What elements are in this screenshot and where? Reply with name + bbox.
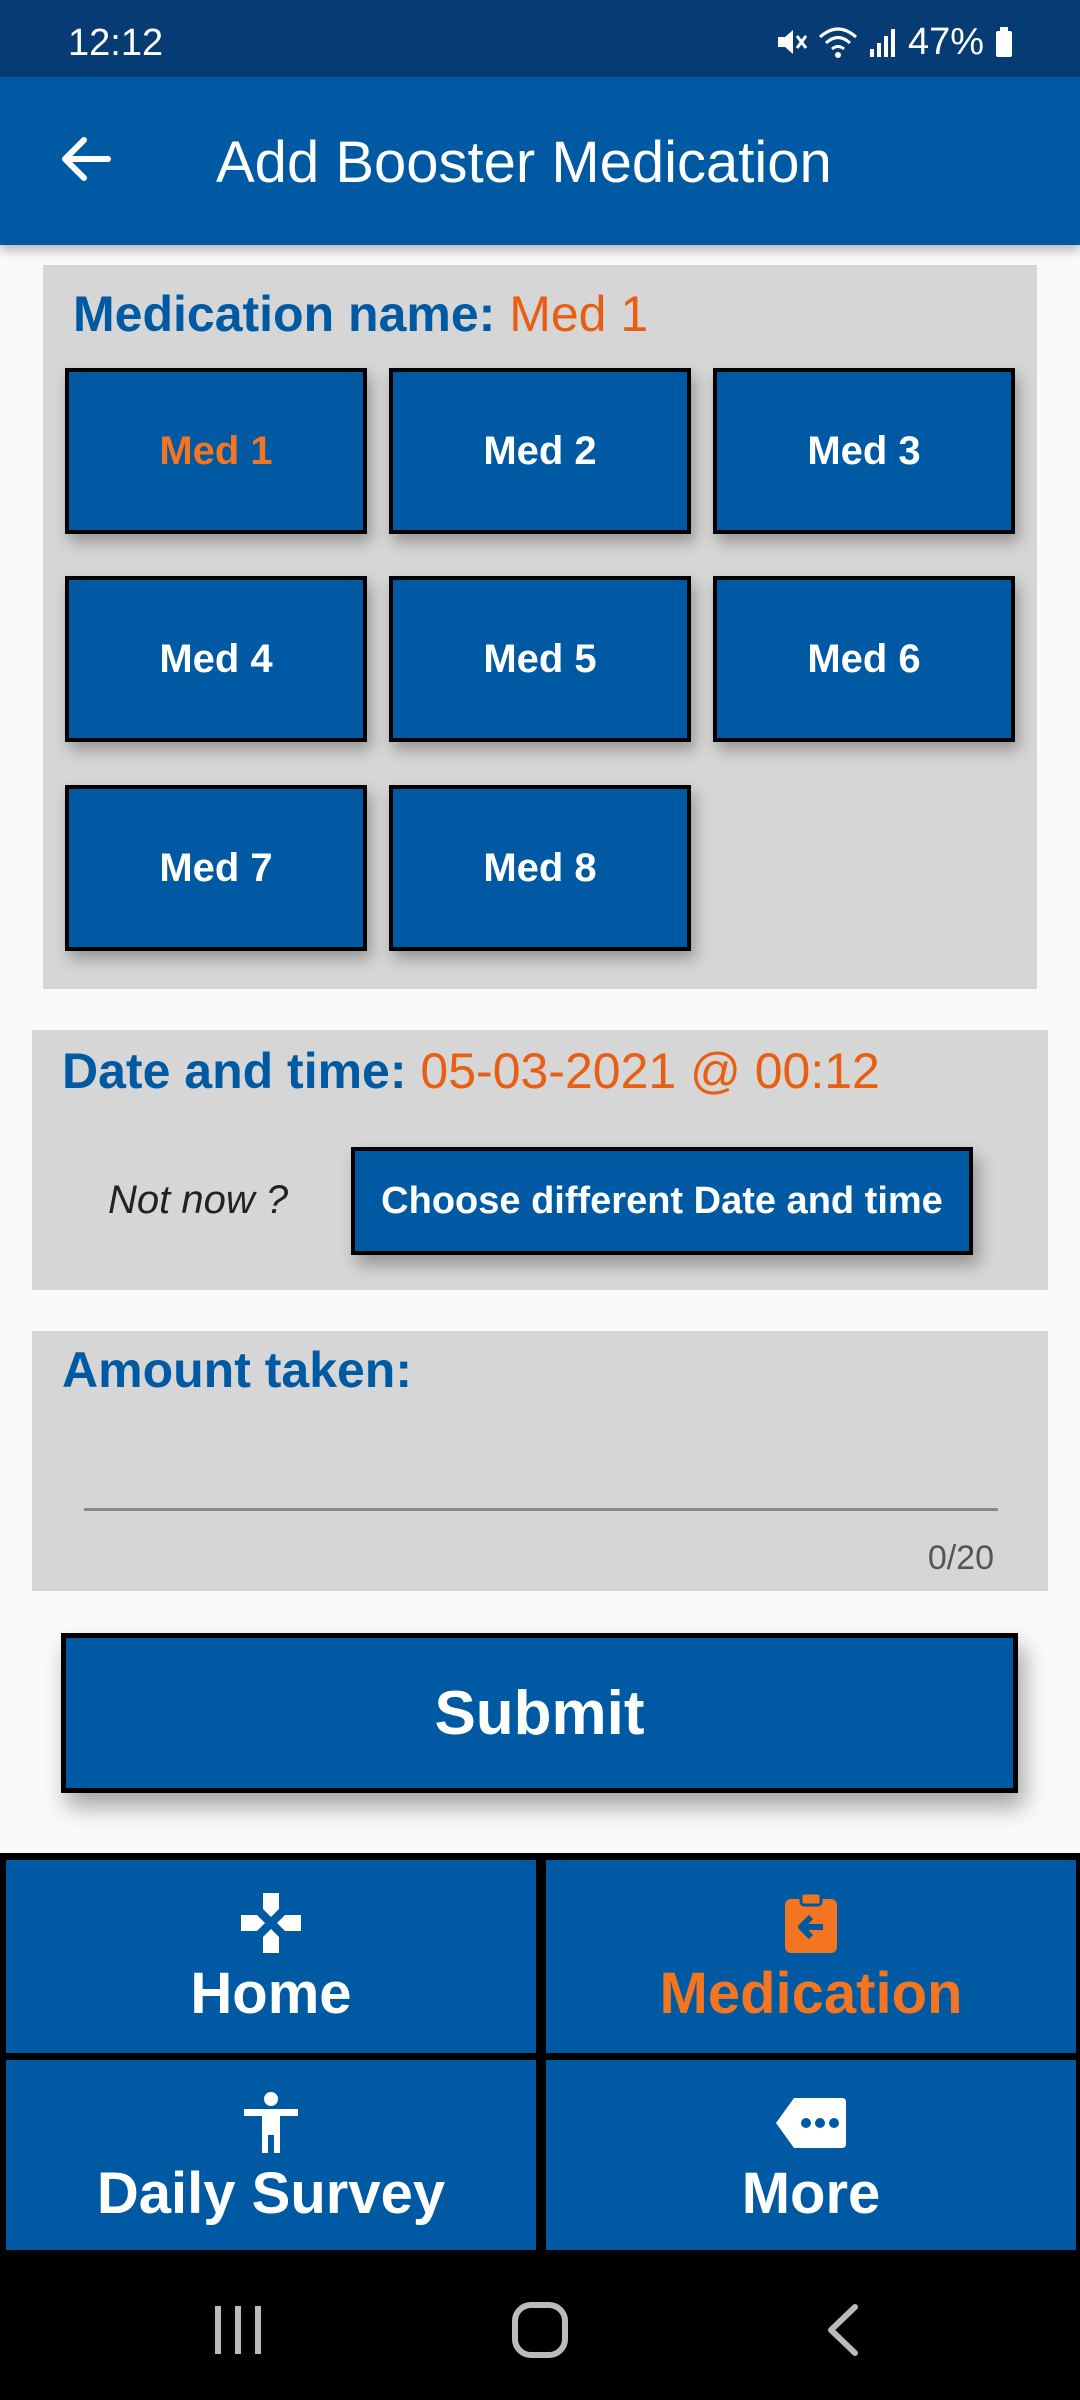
more-tag-icon <box>776 2097 846 2148</box>
med-option-2[interactable]: Med 2 <box>389 368 691 534</box>
bottom-nav: Home Medication Daily Survey More <box>0 1853 1080 2253</box>
battery-icon <box>996 27 1012 57</box>
nav-medication-label: Medication <box>659 1960 963 2026</box>
home-cross-icon <box>241 1892 301 1953</box>
char-counter: 0/20 <box>927 1539 994 1577</box>
datetime-card: Date and time: 05-03-2021 @ 00:12 Not no… <box>32 1030 1048 1290</box>
nav-daily-survey-label: Daily Survey <box>96 2160 446 2226</box>
submit-button[interactable]: Submit <box>61 1633 1018 1793</box>
clipboard-arrow-icon <box>785 1891 837 1953</box>
nav-medication[interactable]: Medication <box>546 1860 1076 2053</box>
nav-more[interactable]: More <box>546 2060 1076 2253</box>
battery-percent: 47% <box>907 21 984 63</box>
wifi-icon <box>818 27 857 58</box>
mute-icon <box>777 30 808 54</box>
signal-icon <box>869 29 895 57</box>
amount-card: Amount taken: 0/20 <box>32 1331 1048 1591</box>
app-bar: Add Booster Medication <box>0 77 1080 245</box>
nav-more-label: More <box>741 2160 881 2226</box>
home-button[interactable] <box>500 2295 580 2365</box>
nav-home[interactable]: Home <box>6 1860 536 2053</box>
choose-datetime-button[interactable]: Choose different Date and time <box>351 1147 973 1255</box>
status-icons: 47% <box>774 22 1014 62</box>
med-option-4[interactable]: Med 4 <box>65 576 367 742</box>
chevron-left-icon <box>828 2304 858 2356</box>
nav-home-label: Home <box>190 1960 352 2026</box>
status-bar: 12:12 47% <box>0 0 1080 77</box>
med-option-8[interactable]: Med 8 <box>389 785 691 951</box>
med-option-7[interactable]: Med 7 <box>65 785 367 951</box>
back-system-button[interactable] <box>803 2295 883 2365</box>
recent-apps-icon <box>215 2306 261 2354</box>
amount-input[interactable] <box>84 1431 998 1511</box>
med-option-6[interactable]: Med 6 <box>713 576 1015 742</box>
amount-label: Amount taken: <box>62 1342 412 1398</box>
medication-label: Medication name: <box>73 286 496 342</box>
med-option-3[interactable]: Med 3 <box>713 368 1015 534</box>
arrow-back-icon <box>62 137 111 181</box>
datetime-label: Date and time: <box>62 1043 407 1099</box>
back-button[interactable] <box>50 123 122 195</box>
accessibility-person-icon <box>244 2091 298 2153</box>
not-now-text: Not now ? <box>108 1178 289 1222</box>
recent-apps-button[interactable] <box>198 2295 278 2365</box>
nav-daily-survey[interactable]: Daily Survey <box>6 2060 536 2253</box>
status-time: 12:12 <box>68 22 164 64</box>
selected-medication: Med 1 <box>509 286 649 342</box>
home-circle-icon <box>512 2302 568 2358</box>
datetime-value: 05-03-2021 @ 00:12 <box>420 1043 880 1099</box>
medication-label-row: Medication name: Med 1 <box>73 285 648 343</box>
datetime-label-row: Date and time: 05-03-2021 @ 00:12 <box>62 1042 880 1100</box>
page-title: Add Booster Medication <box>216 130 832 195</box>
system-nav-bar <box>0 2250 1080 2400</box>
med-option-5[interactable]: Med 5 <box>389 576 691 742</box>
med-option-1[interactable]: Med 1 <box>65 368 367 534</box>
medication-card: Medication name: Med 1 Med 1 Med 2 Med 3… <box>43 265 1037 989</box>
